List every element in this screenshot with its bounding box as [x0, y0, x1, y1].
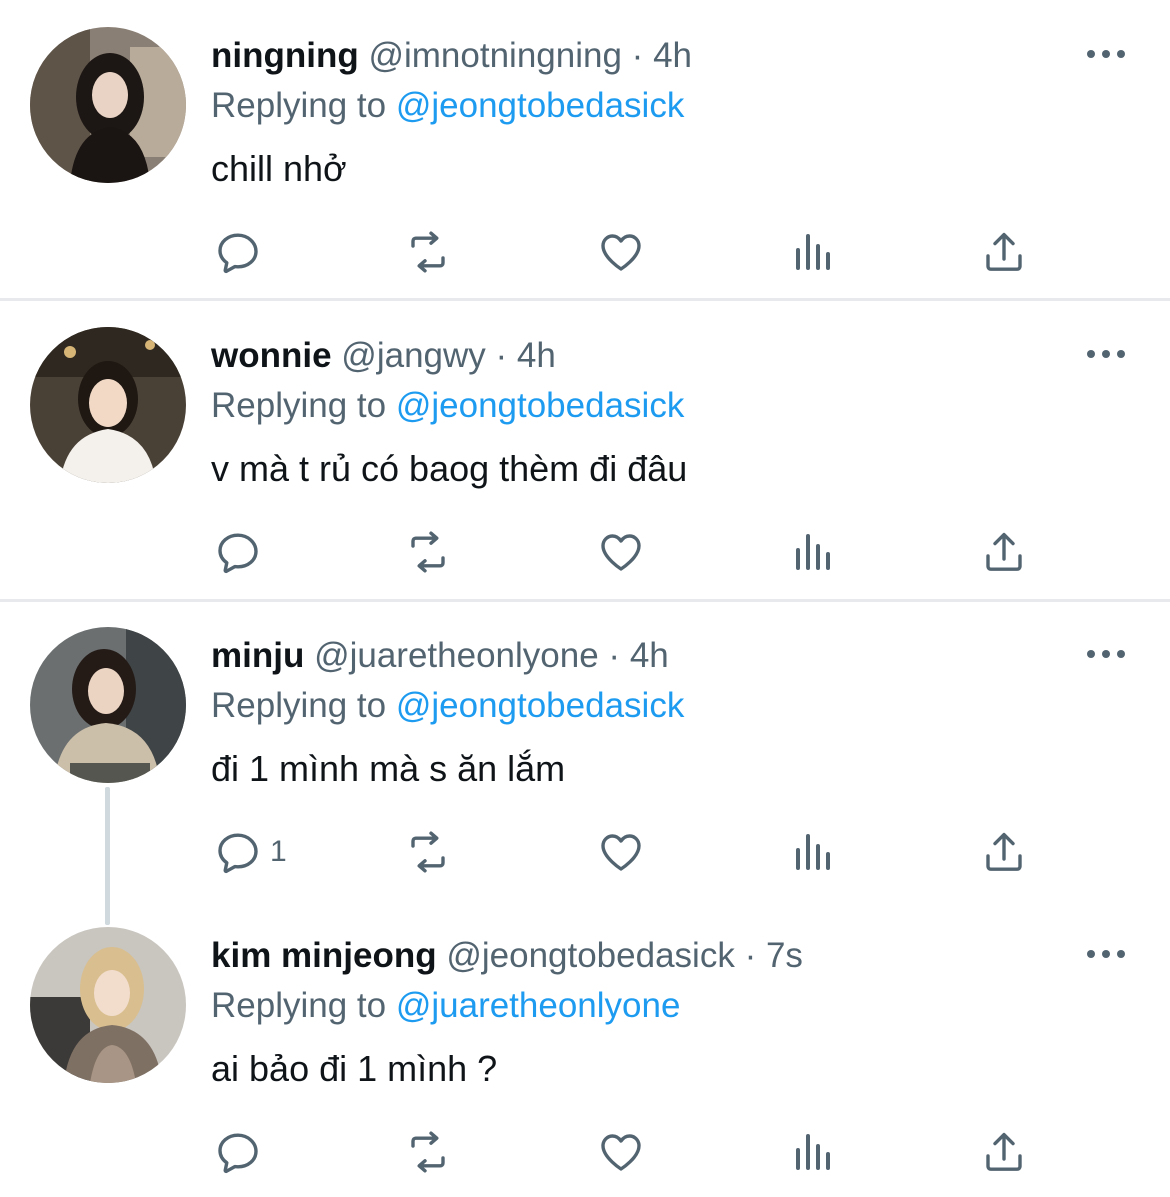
display-name[interactable]: ningning [211, 36, 359, 75]
avatar[interactable] [30, 27, 186, 183]
mention-link[interactable]: @jeongtobedasick [396, 686, 685, 725]
display-name[interactable]: kim minjeong [211, 936, 437, 975]
separator-dot: · [744, 936, 757, 975]
like-button[interactable] [597, 226, 645, 278]
tweet-text: chill nhở [211, 148, 347, 189]
avatar-image [30, 927, 186, 1083]
like-icon [597, 228, 645, 276]
retweet-button[interactable] [404, 226, 452, 278]
action-bar: 1 [0, 826, 1170, 878]
timestamp[interactable]: 7s [766, 936, 803, 975]
avatar-image [30, 27, 186, 183]
share-icon [980, 228, 1028, 276]
like-button[interactable] [597, 526, 645, 578]
reply-button[interactable] [214, 526, 270, 578]
tweet-header: wonnie @jangwy · 4h [211, 336, 556, 376]
retweet-button[interactable] [404, 1126, 452, 1178]
tweet-text: ai bảo đi 1 mình ? [211, 1048, 498, 1089]
retweet-icon [404, 528, 452, 576]
like-button[interactable] [597, 1126, 645, 1178]
display-name[interactable]: wonnie [211, 336, 332, 375]
mention-link[interactable]: @jeongtobedasick [396, 386, 685, 425]
mention-link[interactable]: @juaretheonlyone [396, 986, 681, 1025]
retweet-icon [404, 828, 452, 876]
tweet-header: kim minjeong @jeongtobedasick · 7s [211, 936, 803, 976]
tweet-header: ningning @imnotningning · 4h [211, 36, 692, 76]
views-icon [789, 228, 837, 276]
views-button[interactable] [789, 826, 837, 878]
reply-icon [214, 828, 262, 876]
avatar-image [30, 627, 186, 783]
display-name[interactable]: minju [211, 636, 304, 675]
like-icon [597, 1128, 645, 1176]
reply-button[interactable] [214, 1126, 270, 1178]
replying-to: Replying to @juaretheonlyone [211, 986, 680, 1026]
replying-to-label: Replying to [211, 986, 396, 1025]
share-icon [980, 1128, 1028, 1176]
share-icon [980, 828, 1028, 876]
separator-dot: · [495, 336, 508, 375]
replying-to-label: Replying to [211, 686, 396, 725]
reply-button[interactable]: 1 [214, 826, 287, 878]
separator-dot: · [608, 636, 621, 675]
timestamp[interactable]: 4h [653, 36, 692, 75]
separator-dot: · [631, 36, 644, 75]
avatar[interactable] [30, 927, 186, 1083]
like-icon [597, 528, 645, 576]
more-icon[interactable] [1085, 345, 1127, 363]
action-bar [0, 226, 1170, 278]
views-icon [789, 828, 837, 876]
tweet[interactable]: wonnie @jangwy · 4h Replying to @jeongto… [0, 301, 1170, 600]
like-icon [597, 828, 645, 876]
share-icon [980, 528, 1028, 576]
user-handle[interactable]: @jangwy [341, 336, 485, 375]
avatar[interactable] [30, 627, 186, 783]
replying-to: Replying to @jeongtobedasick [211, 686, 684, 726]
reply-icon [214, 1128, 262, 1176]
action-bar [0, 526, 1170, 578]
mention-link[interactable]: @jeongtobedasick [396, 86, 685, 125]
more-icon[interactable] [1085, 45, 1127, 63]
reply-icon [214, 228, 262, 276]
tweet-text: đi 1 mình mà s ăn lắm [211, 748, 566, 789]
share-button[interactable] [980, 1126, 1028, 1178]
action-bar [0, 1126, 1170, 1178]
more-icon[interactable] [1085, 645, 1127, 663]
retweet-icon [404, 1128, 452, 1176]
share-button[interactable] [980, 526, 1028, 578]
views-button[interactable] [789, 526, 837, 578]
tweet[interactable]: kim minjeong @jeongtobedasick · 7s Reply… [0, 901, 1170, 1197]
retweet-button[interactable] [404, 826, 452, 878]
user-handle[interactable]: @jeongtobedasick [446, 936, 735, 975]
avatar-image [30, 327, 186, 483]
share-button[interactable] [980, 226, 1028, 278]
like-button[interactable] [597, 826, 645, 878]
views-button[interactable] [789, 226, 837, 278]
replying-to: Replying to @jeongtobedasick [211, 386, 684, 426]
reply-count: 1 [270, 835, 287, 868]
retweet-button[interactable] [404, 526, 452, 578]
tweet-text: v mà t rủ có baog thèm đi đâu [211, 448, 688, 489]
user-handle[interactable]: @imnotningning [368, 36, 621, 75]
views-button[interactable] [789, 1126, 837, 1178]
tweet[interactable]: ningning @imnotningning · 4h Replying to… [0, 0, 1170, 300]
more-icon[interactable] [1085, 945, 1127, 963]
avatar[interactable] [30, 327, 186, 483]
replying-to: Replying to @jeongtobedasick [211, 86, 684, 126]
tweet[interactable]: minju @juaretheonlyone · 4h Replying to … [0, 601, 1170, 925]
tweet-header: minju @juaretheonlyone · 4h [211, 636, 669, 676]
replying-to-label: Replying to [211, 386, 396, 425]
timestamp[interactable]: 4h [517, 336, 556, 375]
retweet-icon [404, 228, 452, 276]
replying-to-label: Replying to [211, 86, 396, 125]
user-handle[interactable]: @juaretheonlyone [314, 636, 599, 675]
views-icon [789, 528, 837, 576]
timestamp[interactable]: 4h [630, 636, 669, 675]
reply-icon [214, 528, 262, 576]
views-icon [789, 1128, 837, 1176]
reply-button[interactable] [214, 226, 270, 278]
share-button[interactable] [980, 826, 1028, 878]
